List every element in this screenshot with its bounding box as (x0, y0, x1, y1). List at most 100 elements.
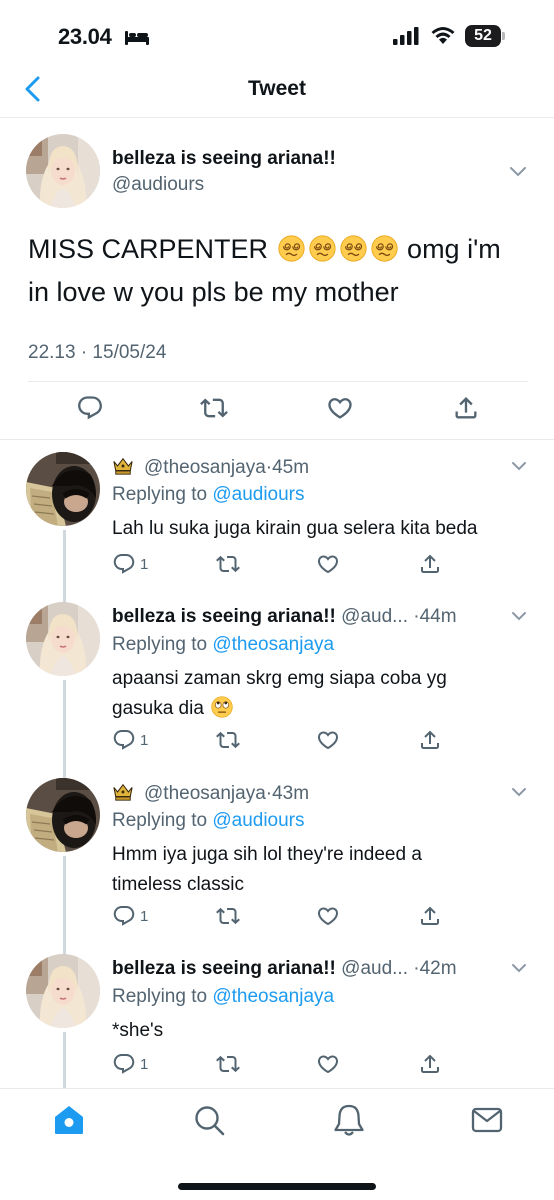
tweet-actions (0, 394, 554, 428)
avatar[interactable] (26, 778, 100, 852)
retweet-icon[interactable] (216, 1052, 240, 1076)
reply-time: 45m (272, 457, 310, 478)
replying-label: Replying to (112, 810, 213, 831)
reply-time: 42m (419, 958, 457, 979)
replying-mention[interactable]: @theosanjaya (212, 986, 334, 1007)
status-time: 23.04 (58, 24, 112, 49)
reply-handle[interactable]: @aud... (341, 958, 408, 979)
thread-line (63, 856, 66, 956)
chevron-down-icon[interactable] (510, 610, 528, 622)
reply-count: 1 (140, 908, 149, 925)
reply-tweet[interactable]: @theosanjaya·45m Replying to @audiours L… (0, 440, 554, 616)
crown-emoji (112, 456, 134, 476)
reply-count: 1 (140, 732, 149, 749)
like-icon[interactable] (316, 728, 340, 752)
chevron-down-icon[interactable] (510, 786, 528, 798)
thread-line (63, 1032, 66, 1092)
battery-icon: 52 (465, 25, 505, 47)
reply-header: belleza is seeing ariana!! @aud... ·44m (112, 606, 457, 628)
reply-icon[interactable] (112, 728, 136, 752)
home-icon[interactable] (52, 1103, 86, 1137)
replying-mention[interactable]: @theosanjaya (212, 634, 334, 655)
chevron-down-icon[interactable] (508, 164, 528, 178)
reply-count: 1 (140, 1056, 149, 1073)
retweet-icon[interactable] (200, 394, 228, 422)
reply-tweet[interactable]: @theosanjaya·43m Replying to @audiours H… (0, 766, 554, 956)
dizzy-face-emoji (371, 235, 398, 262)
reply-text: Lah lu suka juga kirain gua selera kita … (112, 518, 478, 539)
reply-text: apaansi zaman skrg emg siapa coba yg gas… (112, 664, 502, 724)
share-icon[interactable] (418, 1052, 442, 1076)
reply-tweet[interactable]: belleza is seeing ariana!! @aud... ·42m … (0, 942, 554, 1092)
reply-actions: 1 (112, 1052, 532, 1080)
author-handle[interactable]: @audiours (112, 174, 204, 196)
tweet-text-start: MISS CARPENTER (28, 234, 276, 264)
reply-text: Hmm iya juga sih lol they're indeed a ti… (112, 844, 422, 895)
share-icon[interactable] (418, 552, 442, 576)
battery-percent: 52 (474, 27, 492, 44)
sleep-bed-icon (125, 31, 149, 45)
main-tweet: belleza is seeing ariana!! @audiours MIS… (0, 118, 554, 440)
reply-time: 44m (419, 606, 457, 627)
like-icon[interactable] (316, 904, 340, 928)
eye-roll-emoji (211, 696, 233, 718)
reply-handle[interactable]: @theosanjaya (144, 457, 266, 478)
replying-label: Replying to (112, 484, 213, 505)
tweet-text: MISS CARPENTER omg i'm in love w you pls… (28, 228, 528, 314)
replying-mention[interactable]: @audiours (212, 810, 304, 831)
wifi-icon (431, 27, 455, 44)
replying-to: Replying to @audiours (112, 484, 305, 506)
reply-handle[interactable]: @aud... (341, 606, 408, 627)
reply-actions: 1 (112, 904, 532, 932)
replying-to: Replying to @audiours (112, 810, 305, 832)
reply-icon[interactable] (112, 552, 136, 576)
reply-display-name[interactable]: belleza is seeing ariana!! (112, 606, 336, 627)
retweet-icon[interactable] (216, 728, 240, 752)
author-display-name[interactable]: belleza is seeing ariana!! (112, 148, 336, 170)
avatar[interactable] (26, 452, 100, 526)
reply-text-content: apaansi zaman skrg emg siapa coba yg gas… (112, 668, 447, 719)
reply-header: belleza is seeing ariana!! @aud... ·42m (112, 958, 457, 980)
notifications-icon[interactable] (332, 1103, 366, 1137)
nav-header: Tweet (0, 60, 554, 118)
chevron-down-icon[interactable] (510, 962, 528, 974)
reply-icon[interactable] (112, 1052, 136, 1076)
dizzy-face-emoji (340, 235, 367, 262)
replying-to: Replying to @theosanjaya (112, 634, 334, 656)
home-indicator[interactable] (178, 1183, 376, 1190)
retweet-icon[interactable] (216, 552, 240, 576)
reply-header: @theosanjaya·45m (112, 456, 309, 479)
reply-tweet[interactable]: belleza is seeing ariana!! @aud... ·44m … (0, 590, 554, 780)
retweet-icon[interactable] (216, 904, 240, 928)
like-icon[interactable] (316, 1052, 340, 1076)
replying-label: Replying to (112, 634, 213, 655)
share-icon[interactable] (452, 394, 480, 422)
reply-icon[interactable] (76, 394, 104, 422)
share-icon[interactable] (418, 904, 442, 928)
avatar[interactable] (26, 954, 100, 1028)
avatar[interactable] (26, 602, 100, 676)
like-icon[interactable] (326, 394, 354, 422)
reply-header: @theosanjaya·43m (112, 782, 309, 805)
share-icon[interactable] (418, 728, 442, 752)
reply-icon[interactable] (112, 904, 136, 928)
messages-icon[interactable] (470, 1103, 504, 1137)
replying-to: Replying to @theosanjaya (112, 986, 334, 1008)
thread-line (63, 680, 66, 780)
dizzy-face-emoji (309, 235, 336, 262)
reply-time: 43m (272, 783, 310, 804)
avatar[interactable] (26, 134, 100, 208)
chevron-down-icon[interactable] (510, 460, 528, 472)
divider (28, 381, 528, 382)
replying-label: Replying to (112, 986, 213, 1007)
reply-display-name[interactable]: belleza is seeing ariana!! (112, 958, 336, 979)
search-icon[interactable] (192, 1103, 226, 1137)
dizzy-face-emoji (278, 235, 305, 262)
page-title: Tweet (248, 77, 306, 100)
reply-handle[interactable]: @theosanjaya (144, 783, 266, 804)
like-icon[interactable] (316, 552, 340, 576)
replying-mention[interactable]: @audiours (212, 484, 304, 505)
reply-text: *she's (112, 1020, 164, 1041)
crown-emoji (112, 782, 134, 802)
reply-count: 1 (140, 556, 149, 573)
